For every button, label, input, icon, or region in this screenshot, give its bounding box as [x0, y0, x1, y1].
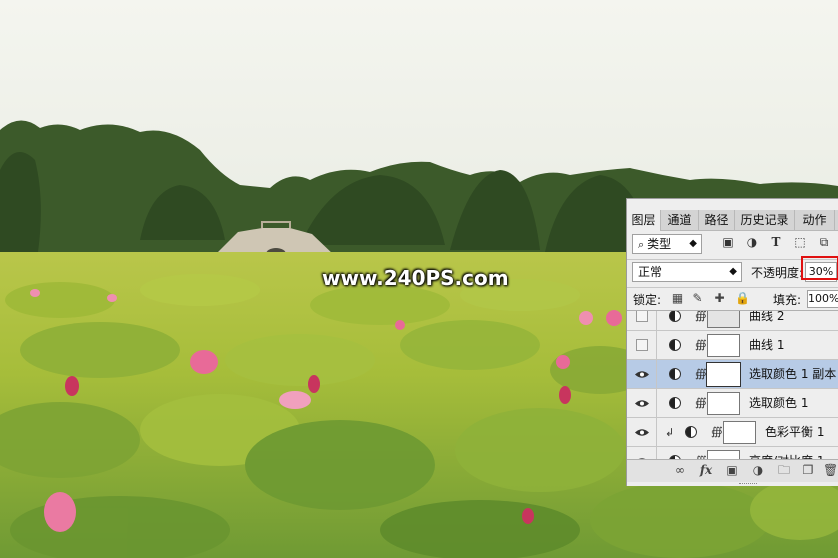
blend-mode-select[interactable]: 正常 ◆ [632, 262, 742, 282]
link-icon: ∰ [695, 396, 707, 409]
layer-name: 曲线 2 [749, 310, 785, 323]
layer-mask-thumbnail[interactable] [707, 311, 740, 328]
layer-name: 亮度/对比度 1 [749, 447, 825, 459]
selective-color-adjustment-icon [669, 368, 681, 380]
tab-layers[interactable]: 图层 [627, 210, 661, 231]
layer-row[interactable]: ↲ ∰ 色彩平衡 1 [627, 418, 838, 447]
new-group-icon[interactable]: 🗀 [777, 463, 791, 477]
layer-mask-thumbnail[interactable] [707, 392, 740, 415]
chevron-down-icon: ◆ [689, 238, 697, 249]
color-balance-adjustment-icon [685, 426, 697, 438]
lock-transparent-icon[interactable]: ▦ [671, 292, 684, 305]
link-layers-icon[interactable]: ∞ [673, 463, 687, 477]
fx-icon[interactable]: fx [699, 463, 713, 477]
adjustment-filter-icon[interactable]: ◑ [745, 235, 759, 249]
image-filter-icon[interactable]: ▣ [721, 235, 735, 249]
blend-mode-value: 正常 [638, 265, 663, 279]
lock-row: 锁定: ▦ ✎ ✚ 🔒 填充: 100% [627, 287, 838, 310]
filter-kind-select[interactable]: ⌕ 类型 ◆ [632, 234, 702, 254]
layer-mask-thumbnail[interactable] [723, 421, 756, 444]
layer-row-selected[interactable]: ∰ 选取颜色 1 副本 [627, 360, 838, 389]
layer-mask-thumbnail[interactable] [707, 334, 740, 357]
new-adjustment-icon[interactable]: ◑ [751, 463, 765, 477]
visibility-toggle[interactable] [627, 389, 657, 418]
link-icon: ∰ [695, 367, 707, 380]
add-mask-icon[interactable]: ▣ [725, 463, 739, 477]
shape-filter-icon[interactable]: ⬚ [793, 235, 807, 249]
layer-row[interactable]: ∰ 选取颜色 1 [627, 389, 838, 418]
chevron-down-icon: ◆ [729, 266, 737, 277]
link-icon: ∰ [695, 310, 707, 322]
layer-row[interactable]: ∰ 曲线 2 [627, 310, 838, 331]
visibility-toggle[interactable] [627, 447, 657, 459]
layer-name: 选取颜色 1 [749, 396, 809, 410]
visibility-toggle[interactable] [627, 360, 657, 389]
layers-panel: 图层 通道 路径 历史记录 动作 ⌕ 类型 ◆ ▣ ◑ T ⬚ ⧉ 正常 ◆ 不透… [626, 198, 838, 486]
layer-name: 曲线 1 [749, 338, 785, 352]
fill-input[interactable]: 100% [807, 290, 838, 308]
lock-position-icon[interactable]: ✚ [713, 292, 726, 305]
layer-name: 选取颜色 1 副本 [749, 367, 837, 381]
tab-paths[interactable]: 路径 [699, 210, 735, 230]
delete-icon[interactable]: 🗑 [823, 463, 838, 477]
layer-mask-thumbnail[interactable] [706, 362, 741, 387]
lock-all-icon[interactable]: 🔒 [735, 292, 750, 305]
lock-paint-icon[interactable]: ✎ [691, 292, 704, 305]
visibility-toggle[interactable] [627, 311, 657, 331]
layer-row[interactable]: ∰ 曲线 1 [627, 331, 838, 360]
eye-icon [635, 429, 649, 436]
link-icon: ∰ [695, 338, 707, 351]
panel-bottom-toolbar: ∞ fx ▣ ◑ 🗀 ❐ 🗑 [627, 459, 838, 482]
opacity-label: 不透明度: [751, 266, 804, 280]
watermark-text: www.240PS.com [322, 266, 509, 290]
fill-label: 填充: [773, 293, 802, 307]
hidden-box-icon [636, 339, 648, 351]
smart-object-filter-icon[interactable]: ⧉ [817, 235, 831, 249]
link-icon: ∰ [711, 425, 723, 438]
filter-kind-value: 类型 [647, 237, 672, 251]
visibility-toggle[interactable] [627, 418, 657, 447]
layer-mask-thumbnail[interactable] [707, 450, 740, 459]
curves-adjustment-icon [669, 339, 681, 351]
text-filter-icon[interactable]: T [769, 235, 783, 249]
layer-name: 色彩平衡 1 [765, 425, 825, 439]
lock-label: 锁定: [633, 293, 662, 307]
visibility-toggle[interactable] [627, 331, 657, 360]
selective-color-adjustment-icon [669, 397, 681, 409]
panel-tabs: 图层 通道 路径 历史记录 动作 [627, 210, 838, 231]
eye-icon [635, 400, 649, 407]
tab-actions[interactable]: 动作 [795, 210, 835, 230]
opacity-highlight-box [801, 256, 838, 280]
layers-list: ∰ 曲线 2 ∰ 曲线 1 ∰ 选取颜色 1 副本 ∰ 选取颜色 1 ↲ ∰ 色… [627, 310, 838, 459]
curves-adjustment-icon [669, 311, 681, 322]
tab-channels[interactable]: 通道 [661, 210, 699, 230]
clipping-arrow-icon: ↲ [665, 426, 675, 439]
hidden-box-icon [636, 311, 648, 322]
resize-grip[interactable] [739, 483, 757, 486]
new-layer-icon[interactable]: ❐ [801, 463, 815, 477]
search-icon: ⌕ [638, 238, 645, 251]
tab-history[interactable]: 历史记录 [735, 210, 795, 230]
layer-row[interactable]: ∰ 亮度/对比度 1 [627, 447, 838, 459]
eye-icon [635, 371, 649, 378]
